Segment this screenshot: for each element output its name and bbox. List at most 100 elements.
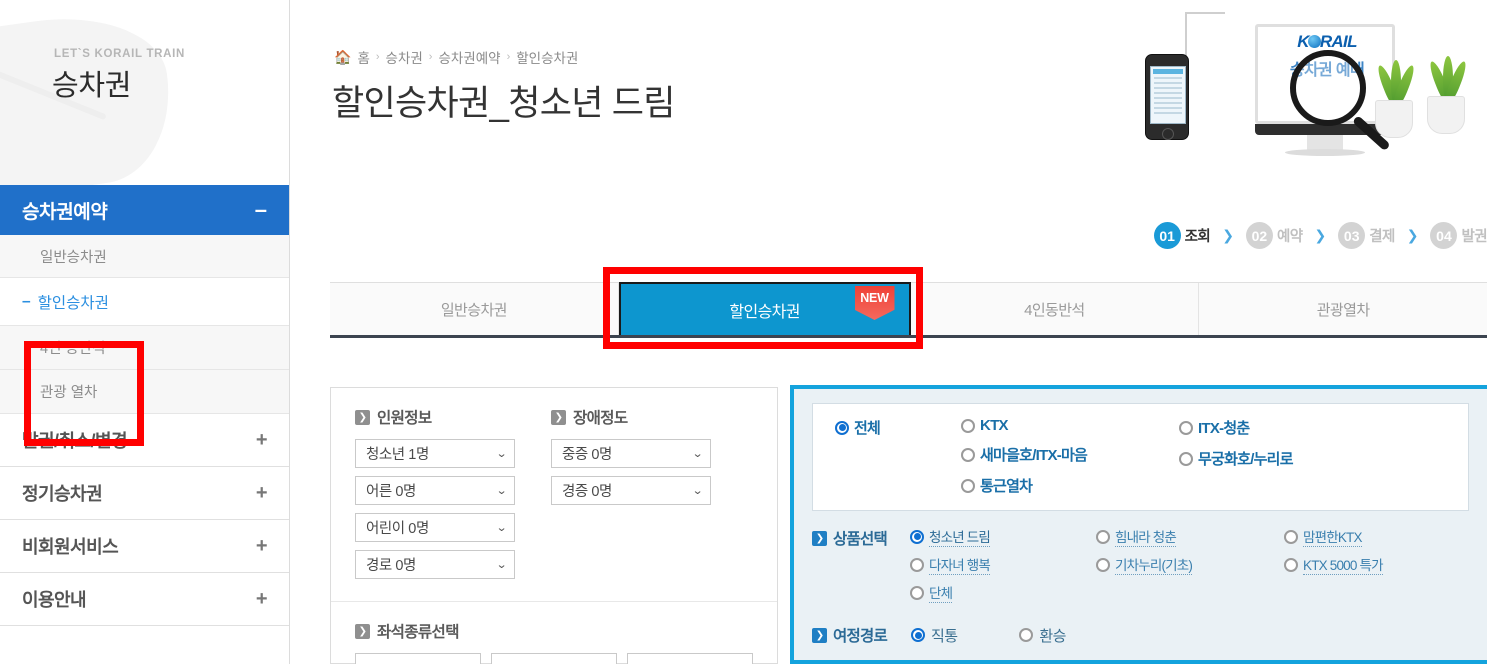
- sidebar-section-ticket-reservation[interactable]: 승차권예약 –: [0, 185, 289, 235]
- radio-icon[interactable]: [961, 447, 975, 462]
- sidebar-item-discount-ticket[interactable]: – 할인승차권: [0, 278, 289, 326]
- radio-icon[interactable]: [1179, 451, 1193, 466]
- plus-icon[interactable]: +: [256, 588, 268, 611]
- radio-train-all[interactable]: 전체: [835, 417, 961, 438]
- radio-train-mugunghwa[interactable]: 무궁화호/누리로: [1179, 448, 1379, 469]
- select-value: 어린이 0명: [366, 521, 429, 537]
- step-issue[interactable]: 04 발권: [1430, 222, 1487, 249]
- radio-icon[interactable]: [1284, 557, 1298, 572]
- step-number: 01: [1153, 222, 1181, 249]
- tab-tour-train[interactable]: 관광열차: [1199, 283, 1487, 335]
- plus-icon[interactable]: +: [256, 535, 268, 558]
- sidebar-item-four-person-seat[interactable]: 4인 동반석: [0, 326, 289, 370]
- select-youth-count[interactable]: 청소년 1명 ⌄: [355, 439, 515, 468]
- radio-icon[interactable]: [1019, 628, 1034, 642]
- select-mild-disability-count[interactable]: 경증 0명 ⌄: [551, 476, 711, 505]
- radio-icon[interactable]: [910, 529, 924, 544]
- smartphone-icon: [1145, 54, 1189, 140]
- radio-train-itx-cheongchun[interactable]: ITX-청춘: [1179, 417, 1379, 438]
- chevron-right-icon: ❯: [1406, 227, 1419, 243]
- breadcrumb-item-reservation[interactable]: 승차권예약: [438, 47, 500, 67]
- tab-four-person-seat[interactable]: 4인동반석: [910, 283, 1200, 335]
- radio-product-cheer-youth[interactable]: 힘내라 청춘: [1096, 526, 1284, 547]
- banner-illustration: K RAIL 승차권 예매: [1127, 6, 1487, 181]
- breadcrumb-item-home[interactable]: 홈: [357, 47, 369, 67]
- step-label: 예약: [1276, 229, 1303, 245]
- section-label-text: 인원정보: [377, 410, 432, 427]
- passenger-section: ❯ 인원정보 청소년 1명 ⌄ 어른 0명 ⌄ 어린이 0명 ⌄ 경로 0명 ⌄…: [331, 388, 777, 601]
- step-label: 조회: [1184, 229, 1211, 245]
- step-search[interactable]: 01 조회: [1153, 222, 1211, 249]
- radio-icon[interactable]: [910, 585, 924, 600]
- radio-product-youth-dream[interactable]: 청소년 드림: [910, 526, 1096, 547]
- radio-route-direct[interactable]: 직통: [911, 625, 958, 646]
- radio-product-ktx-5000-special[interactable]: KTX 5000 특가: [1284, 554, 1454, 575]
- radio-route-transfer[interactable]: 환승: [1019, 625, 1066, 646]
- select-value: 어른 0명: [366, 484, 416, 500]
- select-value: 경증 0명: [562, 484, 612, 500]
- radio-icon[interactable]: [911, 628, 925, 642]
- sidebar-section-issue-cancel-change[interactable]: 발권/취소/변경 +: [0, 414, 289, 467]
- radio-product-multichild-happy[interactable]: 다자녀 행복: [910, 554, 1096, 575]
- radio-icon[interactable]: [1096, 529, 1110, 544]
- chevron-right-icon: ❯: [1222, 227, 1234, 243]
- sidebar-section-usage-guide[interactable]: 이용안내 +: [0, 573, 289, 626]
- minus-icon[interactable]: –: [255, 199, 267, 221]
- radio-icon[interactable]: [1284, 529, 1298, 544]
- passenger-info-group: ❯ 인원정보 청소년 1명 ⌄ 어른 0명 ⌄ 어린이 0명 ⌄ 경로 0명 ⌄: [355, 406, 515, 587]
- select-senior-count[interactable]: 경로 0명 ⌄: [355, 550, 515, 579]
- radio-label: 새마을호/ITX-마음: [980, 447, 1088, 464]
- sidebar-item-tour-train[interactable]: 관광 열차: [0, 370, 289, 414]
- sidebar-item-general-ticket[interactable]: 일반승차권: [0, 235, 289, 278]
- breadcrumb-item-discount-ticket[interactable]: 할인승차권: [516, 47, 578, 67]
- korail-logo: K RAIL: [1277, 32, 1377, 52]
- radio-product-train-nuri-basic[interactable]: 기차누리(기초): [1096, 554, 1284, 575]
- select-seat-type-1[interactable]: [355, 653, 481, 664]
- seat-type-label: ❯ 좌석종류선택: [355, 620, 753, 642]
- step-payment[interactable]: 03 결제: [1338, 222, 1395, 249]
- arrow-right-icon: ❯: [355, 623, 370, 639]
- breadcrumb-separator: ›: [375, 51, 380, 63]
- product-selection-group: ❯ 상품선택 청소년 드림 힘내라 청춘 맘편한KTX 다자녀 행복 기차누리(…: [812, 526, 1469, 610]
- breadcrumb: 🏠 홈 › 승차권 › 승차권예약 › 할인승차권: [334, 47, 578, 67]
- step-number: 04: [1430, 222, 1458, 249]
- radio-icon[interactable]: [961, 478, 975, 493]
- radio-product-group[interactable]: 단체: [910, 582, 1096, 603]
- step-number: 02: [1245, 222, 1273, 249]
- radio-train-commuter[interactable]: 통근열차: [961, 475, 1179, 496]
- cable-decoration: [1185, 12, 1225, 14]
- radio-label: 통근열차: [980, 478, 1033, 495]
- sidebar-section-label: 승차권예약: [22, 201, 108, 223]
- radio-icon[interactable]: [1096, 557, 1110, 572]
- phone-home-button-decoration: [1162, 128, 1174, 140]
- tab-general-ticket[interactable]: 일반승차권: [330, 283, 619, 335]
- step-reserve[interactable]: 02 예약: [1245, 222, 1303, 249]
- radio-label: 전체: [854, 420, 881, 437]
- arrow-right-icon: ❯: [355, 409, 370, 425]
- page-title: 할인승차권_청소년 드림: [332, 84, 675, 123]
- tab-discount-ticket[interactable]: 할인승차권 NEW: [618, 282, 911, 335]
- radio-train-ktx[interactable]: KTX: [961, 417, 1179, 434]
- radio-icon[interactable]: [961, 418, 975, 433]
- radio-label: 힘내라 청춘: [1115, 526, 1177, 547]
- select-seat-type-3[interactable]: [627, 653, 753, 664]
- breadcrumb-separator: ›: [428, 51, 433, 63]
- select-adult-count[interactable]: 어른 0명 ⌄: [355, 476, 515, 505]
- route-selection-group: ❯ 여정경로 직통 환승: [812, 624, 1469, 646]
- breadcrumb-item-ticket[interactable]: 승차권: [386, 47, 423, 67]
- sidebar-section-non-member-service[interactable]: 비회원서비스 +: [0, 520, 289, 573]
- chevron-down-icon: ⌄: [692, 448, 704, 460]
- radio-icon[interactable]: [910, 557, 924, 572]
- select-seat-type-2[interactable]: [491, 653, 617, 664]
- select-severe-disability-count[interactable]: 중증 0명 ⌄: [551, 439, 711, 468]
- chevron-down-icon: ⌄: [692, 485, 704, 497]
- radio-train-saemaeul[interactable]: 새마을호/ITX-마음: [961, 444, 1179, 465]
- sidebar-section-commuter-pass[interactable]: 정기승차권 +: [0, 467, 289, 520]
- home-icon[interactable]: 🏠: [334, 49, 351, 66]
- radio-icon[interactable]: [835, 420, 849, 435]
- plus-icon[interactable]: +: [256, 429, 268, 452]
- plus-icon[interactable]: +: [256, 482, 268, 505]
- radio-product-comfortable-ktx[interactable]: 맘편한KTX: [1284, 526, 1454, 547]
- select-child-count[interactable]: 어린이 0명 ⌄: [355, 513, 515, 542]
- radio-icon[interactable]: [1179, 420, 1193, 435]
